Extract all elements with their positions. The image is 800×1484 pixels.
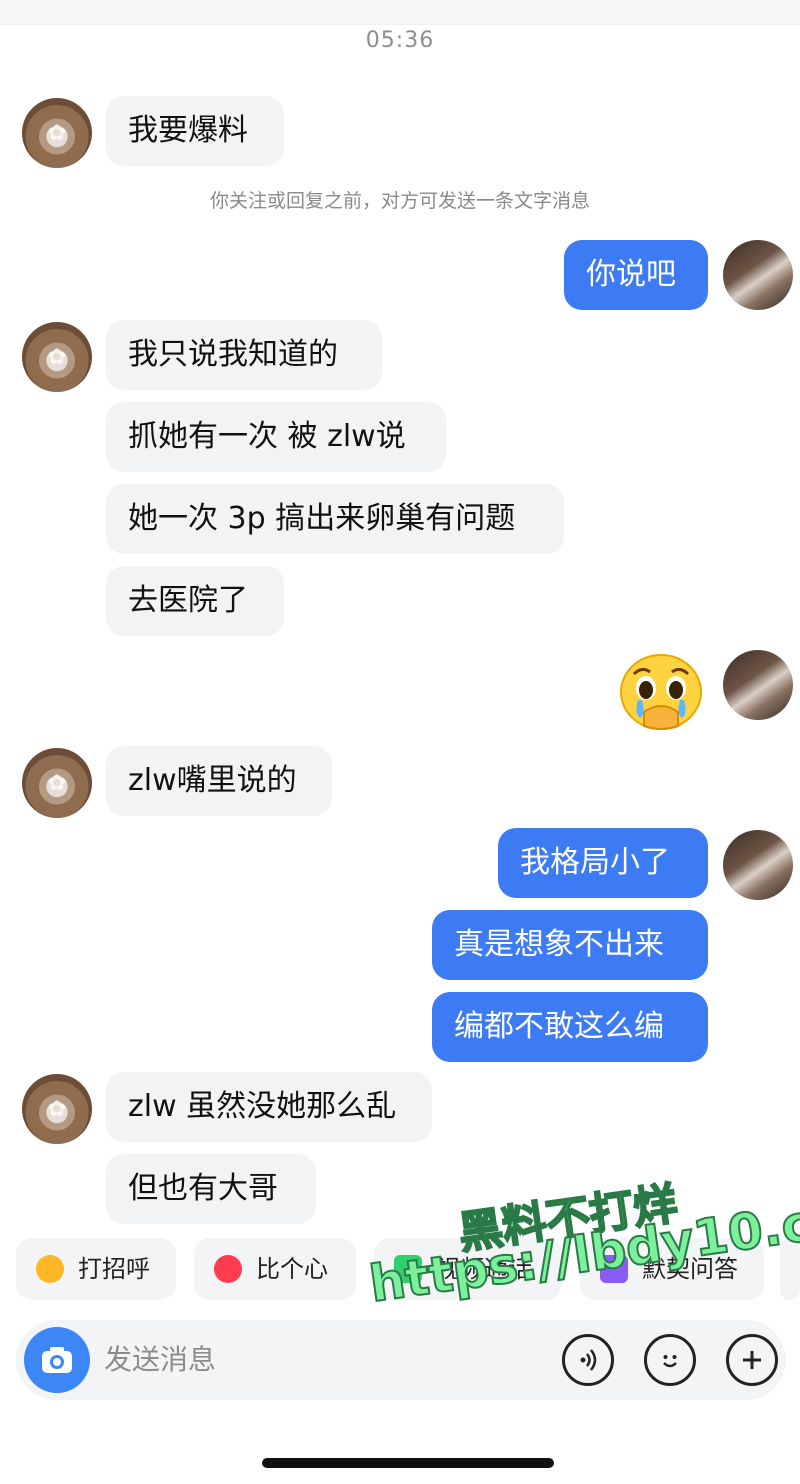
message-bubble-incoming[interactable]: 抓她有一次 被 zlw说 — [106, 402, 446, 472]
message-bubble-incoming[interactable]: 我只说我知道的 — [106, 320, 382, 390]
sender-avatar[interactable]: ✿ — [22, 748, 92, 818]
quick-action-video-call[interactable]: 视频通话 — [374, 1238, 562, 1300]
message-bubble-incoming[interactable]: 去医院了 — [106, 566, 284, 636]
message-bubble-outgoing[interactable]: 你说吧 — [564, 240, 708, 310]
wave-emoji-icon — [36, 1255, 64, 1283]
heart-icon — [214, 1255, 242, 1283]
home-indicator[interactable] — [262, 1458, 554, 1468]
sender-avatar[interactable]: ✿ — [22, 322, 92, 392]
plus-button[interactable] — [726, 1334, 778, 1386]
message-bubble-incoming[interactable]: zlw嘴里说的 — [106, 746, 332, 816]
message-bubble-incoming[interactable]: 我要爆料 — [106, 96, 284, 166]
emoji-button[interactable] — [644, 1334, 696, 1386]
message-bubble-incoming[interactable]: 但也有大哥 — [106, 1154, 316, 1224]
quick-action-heart[interactable]: 比个心 — [194, 1238, 356, 1300]
message-input-bar: 发送消息 — [16, 1320, 786, 1400]
message-bubble-incoming[interactable]: zlw 虽然没她那么乱 — [106, 1072, 432, 1142]
my-avatar[interactable] — [723, 830, 793, 900]
camera-button[interactable] — [24, 1327, 90, 1393]
message-bubble-outgoing[interactable]: 真是想象不出来 — [432, 910, 708, 980]
question-icon — [600, 1255, 628, 1283]
quick-actions-bar: 打招呼 比个心 视频通话 默契问答 — [0, 1238, 800, 1300]
sender-avatar[interactable]: ✿ — [22, 1074, 92, 1144]
camera-icon — [42, 1347, 72, 1373]
quick-action-more[interactable] — [780, 1238, 800, 1300]
message-bubble-outgoing[interactable]: 我格局小了 — [498, 828, 708, 898]
video-call-icon — [394, 1255, 422, 1283]
timestamp: 05:36 — [365, 28, 435, 53]
plus-icon — [743, 1351, 761, 1369]
quick-action-quiz[interactable]: 默契问答 — [580, 1238, 764, 1300]
message-input[interactable]: 发送消息 — [104, 1320, 216, 1400]
message-bubble-incoming[interactable]: 她一次 3p 搞出来卵巢有问题 — [106, 484, 564, 554]
my-avatar[interactable] — [723, 240, 793, 310]
quick-action-greet[interactable]: 打招呼 — [16, 1238, 176, 1300]
sender-avatar[interactable]: ✿ — [22, 98, 92, 168]
message-bubble-outgoing[interactable]: 编都不敢这么编 — [432, 992, 708, 1062]
my-avatar[interactable] — [723, 650, 793, 720]
follow-notice: 你关注或回复之前，对方可发送一条文字消息 — [209, 190, 590, 212]
voice-icon — [580, 1349, 597, 1371]
pleading-face-emoji[interactable] — [616, 652, 706, 732]
emoji-icon — [663, 1355, 677, 1368]
voice-button[interactable] — [562, 1334, 614, 1386]
status-bar-top — [0, 0, 800, 25]
